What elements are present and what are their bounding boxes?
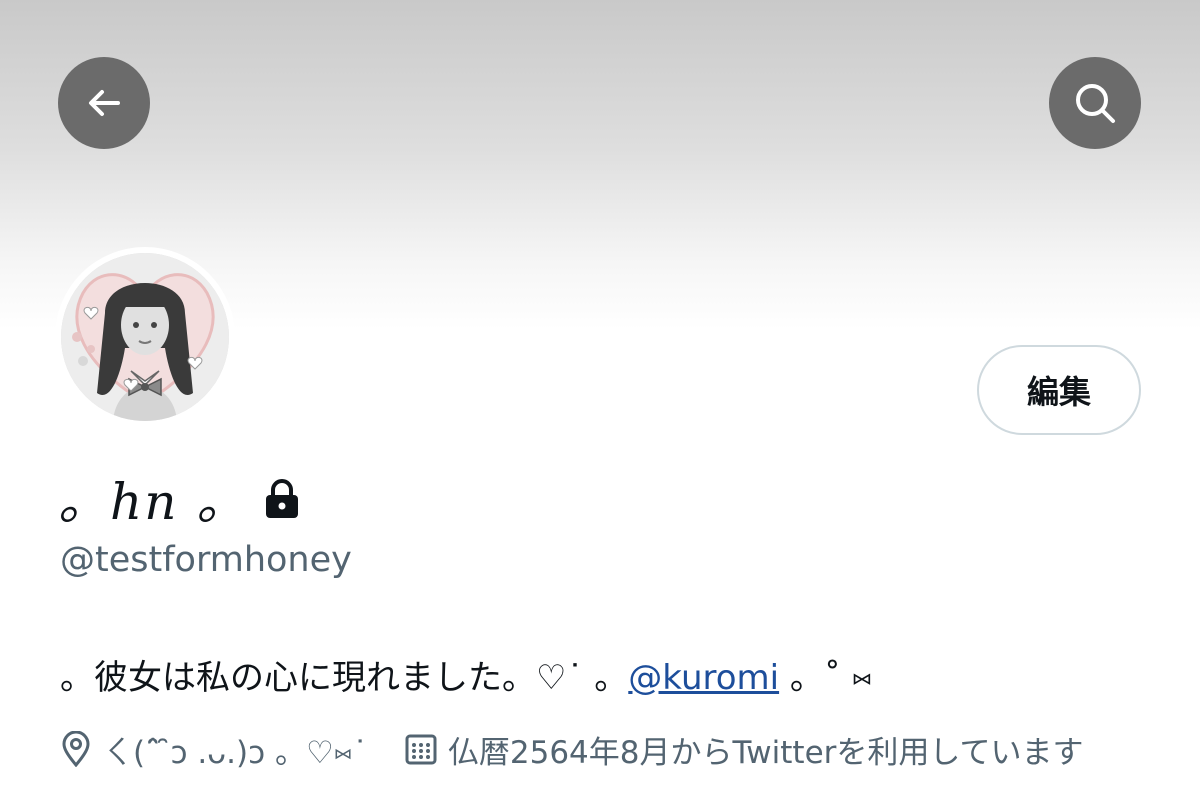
search-icon [1076, 84, 1115, 123]
lock-icon [266, 479, 299, 518]
location-text: ㄑ(ˆ̑ ̑ɔ .ᴗ.)ɔ 。♡⑅˙ [102, 734, 368, 771]
user-handle: @testformhoney [60, 540, 352, 580]
location-pin-icon [62, 731, 90, 767]
bio-text: 。彼女は私の心に現れました。♡˙ 。 [60, 658, 629, 698]
display-name-row: 。ℎ𝑛 。 [58, 470, 304, 531]
avatar-image [61, 253, 229, 421]
avatar[interactable] [55, 247, 235, 427]
profile-meta: ㄑ(ˆ̑ ̑ɔ .ᴗ.)ɔ 。♡⑅˙ 仏暦2564年8月からTwitterを利用… [60, 727, 1084, 772]
bio-mention-link[interactable]: @kuromi [628, 658, 779, 698]
display-name: 。ℎ𝑛 。 [58, 473, 249, 531]
joined-text: 仏暦2564年8月からTwitterを利用しています [447, 734, 1084, 771]
edit-profile-button[interactable]: 編集 [977, 345, 1141, 435]
joined-item: 仏暦2564年8月からTwitterを利用しています [404, 727, 1084, 772]
arrow-left-icon [89, 90, 120, 116]
search-button[interactable] [1049, 57, 1141, 149]
bio-text-suffix: 。˚ ⑅ [779, 658, 873, 698]
location-item: ㄑ(ˆ̑ ̑ɔ .ᴗ.)ɔ 。♡⑅˙ [60, 727, 368, 772]
edit-profile-label: 編集 [1026, 373, 1091, 411]
bio: 。彼女は私の心に現れました。♡˙ 。@kuromi 。˚ ⑅ [60, 650, 872, 699]
back-button[interactable] [58, 57, 150, 149]
calendar-icon [405, 734, 437, 765]
